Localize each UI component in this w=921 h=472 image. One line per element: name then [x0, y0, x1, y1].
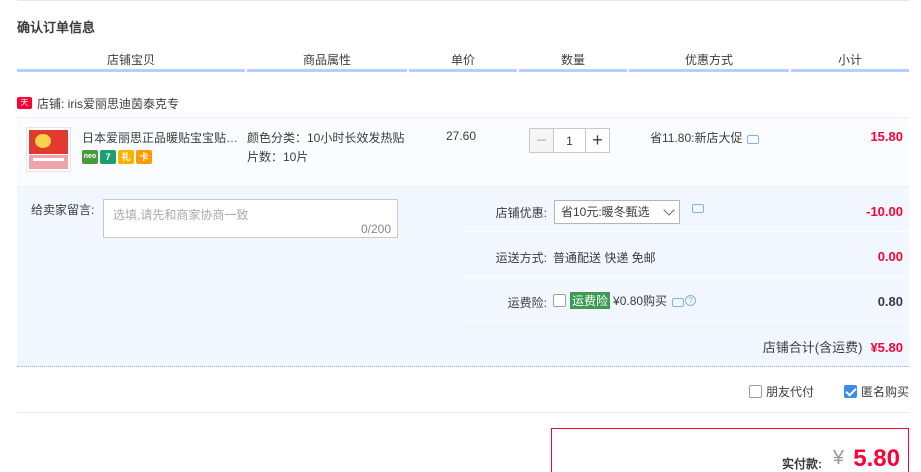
col-header-shop-item: 店铺宝贝	[17, 52, 245, 72]
shop-name-link[interactable]: 店铺: iris爱丽思迪茵泰克专	[37, 95, 179, 112]
shop-discount-row: 店铺优惠: 省10元:暖冬甄选 -10.00	[463, 187, 909, 232]
message-char-count: 0/200	[360, 222, 391, 236]
shop-total-value: ¥5.80	[870, 340, 903, 355]
product-attributes: 颜色分类：10小时长效发热贴 片数：10片	[247, 129, 404, 167]
shipping-row: 运送方式: 普通配送 快递 免邮 0.00	[463, 232, 909, 277]
friend-pay-checkbox[interactable]	[748, 385, 762, 398]
help-icon[interactable]: ?	[685, 295, 697, 306]
chat-icon[interactable]	[672, 298, 685, 307]
item-row: 日本爱丽思正品暖贴宝宝贴… neo 7 礼 卡 颜色分类：10小时长效发热贴 片…	[17, 117, 909, 187]
quantity-minus-button[interactable]: −	[529, 128, 554, 153]
shipping-method: 普通配送 快递 免邮	[553, 251, 656, 265]
divider	[17, 412, 909, 413]
insurance-label: 运费险:	[507, 296, 547, 310]
seven-day-return-icon[interactable]: 7	[100, 150, 116, 164]
payment-label: 实付款:	[782, 457, 822, 471]
item-subtotal: 15.80	[870, 129, 903, 144]
col-header-discount: 优惠方式	[629, 52, 789, 72]
insurance-option: 运费险 ¥0.80购买 ?	[553, 292, 697, 309]
col-header-subtotal: 小计	[791, 52, 909, 72]
shipping-label: 运送方式:	[495, 251, 547, 265]
discount-select[interactable]: 省10元:暖冬甄选	[554, 200, 680, 224]
order-options: 朋友代付 匿名购买	[748, 383, 909, 400]
insurance-checkbox[interactable]	[553, 294, 566, 307]
message-label: 给卖家留言:	[31, 203, 95, 217]
top-divider	[17, 0, 909, 1]
insurance-value: 0.80	[877, 294, 903, 309]
col-header-quantity: 数量	[519, 52, 627, 72]
table-header: 店铺宝贝 商品属性 单价 数量 优惠方式 小计	[17, 52, 909, 72]
attr-color: 颜色分类：10小时长效发热贴	[247, 131, 405, 145]
anonymous-checkbox[interactable]	[843, 385, 857, 398]
order-summary-pane: 店铺优惠: 省10元:暖冬甄选 -10.00 运送方式: 普通配送 快递 免邮 …	[463, 187, 909, 322]
discount-value: -10.00	[866, 204, 903, 219]
service-badges: neo 7 礼 卡	[82, 150, 152, 164]
attr-count: 片数：10片	[247, 150, 309, 164]
order-details-panel: 给卖家留言: 选填,请先和商家协商一致 0/200 店铺优惠: 省10元:暖冬甄…	[17, 187, 909, 367]
payment-amount: 5.80	[853, 445, 900, 472]
chat-icon[interactable]	[692, 204, 704, 213]
message-placeholder: 选填,请先和商家协商一致	[113, 208, 249, 222]
quantity-input[interactable]	[554, 128, 585, 153]
anonymous-label: 匿名购买	[860, 385, 909, 399]
payment-box: 实付款: ¥ 5.80	[551, 428, 909, 472]
shop-total-label: 店铺合计(含运费)	[762, 340, 863, 355]
quantity-stepper: − +	[529, 128, 610, 153]
gift-icon[interactable]: 礼	[118, 150, 134, 164]
page-title: 确认订单信息	[17, 20, 96, 35]
chevron-down-icon	[663, 204, 675, 216]
seller-message-field[interactable]: 选填,请先和商家协商一致 0/200	[103, 199, 398, 238]
quantity-plus-button[interactable]: +	[585, 128, 610, 153]
col-header-unit-price: 单价	[409, 52, 517, 72]
discount-selected-value: 省10元:暖冬甄选	[561, 205, 650, 219]
discount-label: 店铺优惠:	[495, 206, 547, 220]
currency-symbol: ¥	[832, 447, 844, 469]
tmall-icon: 天猫	[17, 97, 32, 119]
neo-badge-icon[interactable]: neo	[82, 150, 98, 164]
unit-price: 27.60	[446, 129, 477, 143]
shipping-insurance-row: 运费险: 运费险 ¥0.80购买 ? 0.80	[463, 277, 909, 322]
product-thumbnail[interactable]	[26, 127, 71, 172]
anonymous-purchase-option[interactable]: 匿名购买	[843, 383, 909, 400]
item-promotion: 省11.80:新店大促	[650, 129, 760, 146]
friend-pay-label: 朋友代付	[765, 385, 814, 399]
col-header-attributes: 商品属性	[247, 52, 407, 72]
chat-icon[interactable]	[747, 135, 760, 144]
shop-total: 店铺合计(含运费) ¥5.80	[763, 337, 903, 356]
insurance-name: 运费险	[570, 292, 611, 309]
promotion-text: 省11.80:新店大促	[650, 131, 743, 145]
shop-row: 天猫 店铺: iris爱丽思迪茵泰克专	[17, 95, 179, 119]
friend-pay-option[interactable]: 朋友代付	[748, 383, 814, 400]
credit-card-icon[interactable]: 卡	[136, 150, 152, 164]
product-name-link[interactable]: 日本爱丽思正品暖贴宝宝贴…	[82, 129, 242, 146]
shipping-value: 0.00	[877, 249, 903, 264]
insurance-price: ¥0.80购买	[613, 294, 668, 308]
order-confirm-page: 确认订单信息 店铺宝贝 商品属性 单价 数量 优惠方式 小计 天猫 店铺: ir…	[0, 0, 921, 472]
